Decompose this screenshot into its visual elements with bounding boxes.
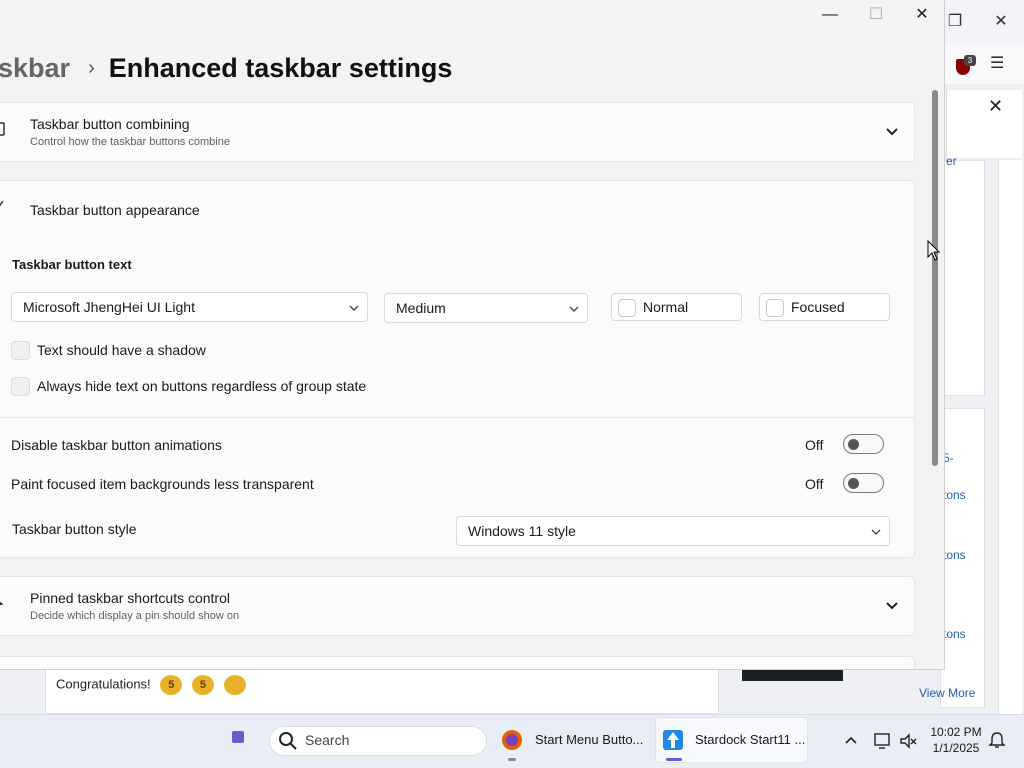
browser-scrollbar[interactable] — [998, 160, 1022, 714]
comment-text: Congratulations! — [56, 676, 151, 692]
dropdown-value: Windows 11 style — [468, 523, 576, 539]
sidebar-link[interactable]: er — [946, 154, 957, 168]
appearance-card-body — [0, 240, 915, 558]
card-title: Taskbar button combining — [30, 116, 190, 132]
search-placeholder[interactable]: Search — [305, 732, 349, 748]
chevron-down-icon[interactable] — [884, 598, 900, 614]
shadow-checkbox-row[interactable]: Text should have a shadow — [11, 340, 206, 360]
card-title: Taskbar button appearance — [30, 202, 200, 218]
animations-setting-row: Disable taskbar button animations Off — [11, 434, 891, 458]
setting-label: Taskbar button style — [12, 521, 137, 537]
font-dropdown[interactable]: Microsoft JhengHei UI Light — [11, 292, 368, 322]
setting-label: Disable taskbar button animations — [11, 437, 222, 453]
view-more-link[interactable]: View More — [919, 686, 975, 700]
taskbar-clock[interactable]: 10:02 PM 1/1/2025 — [922, 724, 990, 756]
monitor-icon — [0, 121, 5, 144]
card-title: Pinned taskbar shortcuts control — [30, 590, 230, 606]
network-icon[interactable] — [873, 731, 893, 751]
sidebar-link[interactable]: tons — [943, 627, 966, 641]
toggle-state-text: Off — [805, 437, 824, 453]
chevron-down-icon — [349, 305, 359, 311]
breadcrumb-separator-icon: › — [88, 56, 95, 79]
transparency-toggle[interactable] — [843, 473, 884, 493]
toggle-knob — [848, 439, 859, 450]
toggle-knob — [848, 478, 859, 489]
volume-muted-icon[interactable] — [898, 731, 918, 751]
sidebar-link[interactable]: tons — [943, 488, 966, 502]
chevron-down-icon — [871, 529, 881, 535]
emoji-icon: 5 — [191, 675, 214, 695]
focused-color-button[interactable]: Focused — [759, 293, 890, 321]
stardock-start11-icon — [663, 730, 683, 750]
settings-scrollbar[interactable] — [930, 90, 940, 466]
sidebar-link[interactable]: tons — [943, 548, 966, 562]
font-weight-dropdown[interactable]: Medium — [384, 293, 588, 323]
hide-text-checkbox-row[interactable]: Always hide text on buttons regardless o… — [11, 376, 366, 396]
next-card[interactable] — [0, 656, 915, 669]
appearance-card-header[interactable]: Taskbar button appearance — [0, 180, 915, 241]
button-label: Focused — [791, 299, 845, 315]
button-style-dropdown[interactable]: Windows 11 style — [456, 516, 890, 546]
scrollbar-thumb[interactable] — [932, 90, 938, 466]
chevron-up-icon[interactable] — [843, 732, 859, 748]
taskbar-app-label: Start Menu Butto... — [535, 732, 644, 747]
color-swatch — [766, 299, 784, 317]
taskbar-search-box[interactable] — [269, 726, 487, 756]
combining-card[interactable]: Taskbar button combining Control how the… — [0, 102, 915, 162]
checkbox-label: Always hide text on buttons regardless o… — [37, 378, 367, 394]
page-title: Enhanced taskbar settings — [108, 52, 453, 83]
dropdown-value: Medium — [396, 300, 446, 316]
pin-icon — [0, 595, 5, 618]
pen-icon — [0, 199, 5, 222]
button-label: Normal — [643, 299, 689, 315]
sidebar-card — [940, 160, 985, 396]
animations-toggle[interactable] — [843, 434, 884, 454]
emoji-icon: 5 — [160, 675, 183, 695]
card-subtitle: Control how the taskbar buttons combine — [30, 136, 230, 148]
extension-badge: 3 — [964, 55, 976, 66]
firefox-icon — [502, 730, 522, 750]
article-comment: Congratulations! 5 5 — [56, 675, 246, 695]
notice-close-icon[interactable]: ✕ — [988, 96, 1003, 117]
hamburger-menu-icon[interactable]: ☰ — [990, 53, 1010, 73]
chevron-down-icon[interactable] — [884, 124, 900, 140]
close-button[interactable]: ✕ — [907, 4, 937, 26]
checkbox-label: Text should have a shadow — [37, 342, 206, 358]
notification-bell-icon[interactable] — [988, 731, 1006, 749]
clock-time: 10:02 PM — [930, 725, 982, 739]
card-subtitle: Decide which display a pin should show o… — [30, 610, 240, 622]
toggle-state-text: Off — [805, 476, 824, 492]
maximize-button[interactable]: ☐ — [861, 4, 891, 26]
pinned-shortcuts-card[interactable]: Pinned taskbar shortcuts control Decide … — [0, 576, 915, 636]
chevron-down-icon — [569, 306, 579, 312]
minimize-button[interactable]: — — [815, 4, 845, 26]
browser-close-icon[interactable]: ✕ — [989, 10, 1013, 34]
notice-panel — [946, 90, 1022, 158]
color-swatch — [618, 299, 636, 317]
divider — [0, 417, 915, 418]
section-label: Taskbar button text — [12, 257, 132, 272]
shadow-checkbox[interactable] — [11, 340, 30, 360]
search-icon — [279, 732, 297, 750]
breadcrumb: skbar › Enhanced taskbar settings — [0, 48, 452, 88]
mouse-cursor-icon — [927, 240, 941, 261]
setting-label: Paint focused item backgrounds less tran… — [11, 476, 314, 492]
start-button[interactable] — [232, 731, 244, 743]
normal-color-button[interactable]: Normal — [611, 293, 742, 321]
taskbar-app-label: Stardock Start11 ... — [695, 732, 806, 747]
breadcrumb-parent[interactable]: skbar — [0, 53, 70, 84]
transparency-setting-row: Paint focused item backgrounds less tran… — [11, 473, 891, 497]
clock-date: 1/1/2025 — [932, 741, 980, 755]
dropdown-value: Microsoft JhengHei UI Light — [23, 299, 195, 315]
running-indicator — [508, 758, 516, 761]
emoji-icon — [223, 675, 246, 695]
active-indicator — [666, 758, 682, 761]
browser-restore-icon[interactable]: ❐ — [943, 10, 967, 34]
settings-window: — ☐ ✕ skbar › Enhanced taskbar settings … — [0, 0, 945, 670]
ublock-extension-icon[interactable]: 3 — [954, 55, 976, 75]
hide-text-checkbox[interactable] — [11, 376, 30, 396]
